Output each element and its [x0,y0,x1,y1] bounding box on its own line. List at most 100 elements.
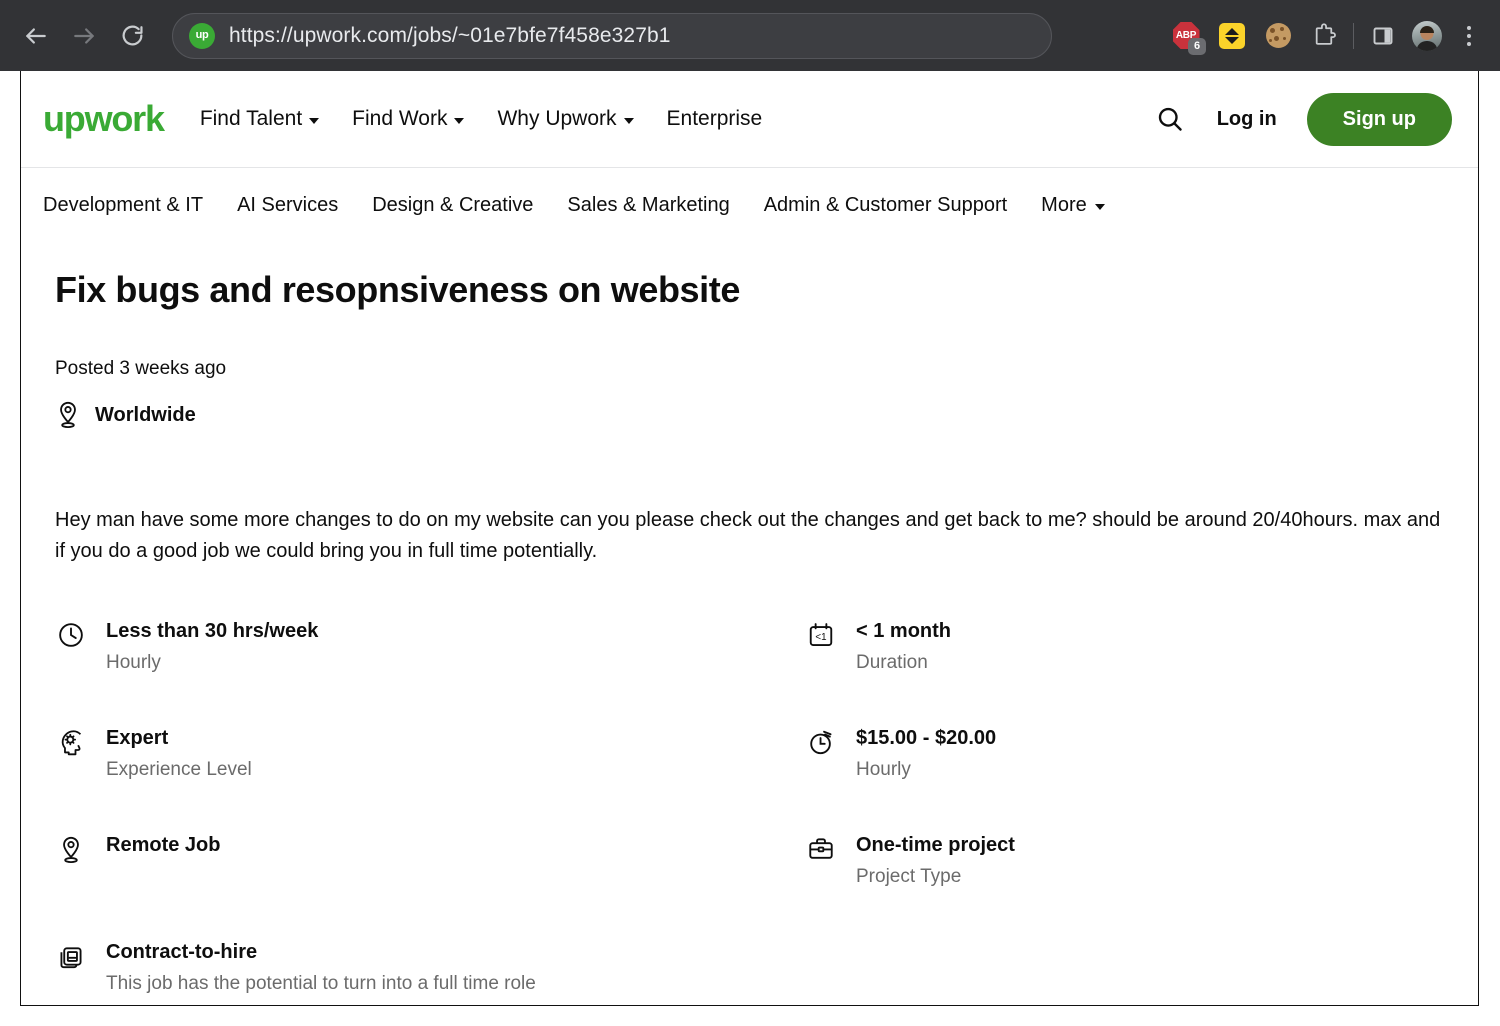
attribute-label: Experience Level [106,758,252,783]
upwork-header: upwork Find Talent Find Work Why Upwork … [21,71,1478,168]
category-sales-marketing[interactable]: Sales & Marketing [567,194,729,217]
attribute-value: Remote Job [106,833,220,858]
attribute-icon-wrap [55,833,87,865]
side-panel-button[interactable] [1366,19,1400,53]
attribute-icon-wrap [55,940,87,970]
login-link[interactable]: Log in [1217,108,1277,131]
nav-item-why-upwork[interactable]: Why Upwork [497,107,633,131]
category-ai-services[interactable]: AI Services [237,194,338,217]
category-more-label: More [1041,194,1087,217]
svg-text:<1: <1 [815,632,826,643]
attribute-value: Less than 30 hrs/week [106,619,318,644]
puzzle-piece-icon [1312,23,1337,48]
head-gear-icon [57,728,86,757]
attribute-icon-wrap [55,726,87,757]
attribute-value: < 1 month [856,619,951,644]
nav-item-label: Enterprise [667,107,763,131]
location-pin-icon [58,835,84,865]
cookie-extension-icon[interactable] [1261,19,1295,53]
chevron-down-icon [624,118,634,124]
attribute-text: Remote Job [106,833,220,865]
nav-item-label: Find Talent [200,107,302,131]
reload-button[interactable] [110,14,154,58]
attribute-icon-wrap [805,833,837,863]
chevron-down-icon [1095,204,1105,210]
attribute-text: Less than 30 hrs/week Hourly [106,619,318,676]
attribute-label: Hourly [856,758,996,783]
nav-item-find-talent[interactable]: Find Talent [200,107,319,131]
job-location-label: Worldwide [95,404,196,427]
upwork-logo[interactable]: upwork [43,101,164,137]
job-attributes-grid: Less than 30 hrs/week Hourly <1 < 1 mont… [55,619,1444,1006]
chrome-menu-button[interactable] [1454,19,1484,53]
search-icon [1155,104,1185,134]
attribute-label: Duration [856,651,951,676]
category-admin-customer-support[interactable]: Admin & Customer Support [764,194,1007,217]
attribute-value: $15.00 - $20.00 [856,726,996,751]
category-nav: Development & IT AI Services Design & Cr… [21,168,1478,242]
forward-button[interactable] [62,14,106,58]
attribute-text: One-time project Project Type [856,833,1015,890]
menu-dot [1467,34,1471,38]
attribute-value: Expert [106,726,252,751]
profile-avatar[interactable] [1412,21,1442,51]
attribute-weekly-hours: Less than 30 hrs/week Hourly [55,619,805,726]
attributes-grid-spacer [805,940,1444,1006]
back-arrow-icon [23,23,49,49]
attribute-label: This job has the potential to turn into … [106,972,536,997]
nav-item-enterprise[interactable]: Enterprise [667,107,763,131]
category-more[interactable]: More [1041,194,1105,217]
nav-item-find-work[interactable]: Find Work [352,107,464,131]
attribute-duration: <1 < 1 month Duration [805,619,1444,726]
adblock-badge-count: 6 [1188,38,1206,55]
adblock-plus-extension-icon[interactable]: ABP 6 [1169,19,1203,53]
browser-toolbar: up https://upwork.com/jobs/~01e7bfe7f458… [0,0,1500,71]
attribute-label: Hourly [106,651,318,676]
attribute-text: Contract-to-hire This job has the potent… [106,940,536,997]
stopwatch-icon [807,728,835,756]
triangle-up-icon [1225,28,1239,35]
job-location: Worldwide [55,400,1444,430]
url-text: https://upwork.com/jobs/~01e7bfe7f458e32… [229,24,671,48]
browser-toolbar-right: ABP 6 [1169,19,1486,53]
attribute-project-type: One-time project Project Type [805,833,1444,940]
attribute-contract-to-hire: Contract-to-hire This job has the potent… [55,940,805,1006]
attribute-value: One-time project [856,833,1015,858]
signup-button[interactable]: Sign up [1307,93,1452,146]
attribute-hourly-rate: $15.00 - $20.00 Hourly [805,726,1444,833]
favicon-label: up [196,30,209,41]
attribute-text: Expert Experience Level [106,726,252,783]
address-bar[interactable]: up https://upwork.com/jobs/~01e7bfe7f458… [172,13,1052,59]
site-favicon: up [189,23,215,49]
attribute-remote-job: Remote Job [55,833,805,940]
clock-icon [57,621,85,649]
extensions-puzzle-button[interactable] [1307,19,1341,53]
menu-dot [1467,42,1471,46]
cookie-icon [1266,23,1291,48]
attribute-text: $15.00 - $20.00 Hourly [856,726,996,783]
avatar-hair [1420,26,1434,33]
attribute-icon-wrap [55,619,87,649]
category-design-creative[interactable]: Design & Creative [372,194,533,217]
chevron-down-icon [454,118,464,124]
avatar-body [1417,41,1438,51]
job-description: Hey man have some more changes to do on … [55,505,1444,567]
header-actions: Log in Sign up [1153,93,1452,146]
triangle-down-icon [1225,37,1239,44]
primary-nav: Find Talent Find Work Why Upwork Enterpr… [200,107,762,131]
forward-arrow-icon [71,23,97,49]
attribute-experience-level: Expert Experience Level [55,726,805,833]
back-button[interactable] [14,14,58,58]
attribute-value: Contract-to-hire [106,940,536,965]
menu-dot [1467,26,1471,30]
job-details-panel: Fix bugs and resopnsiveness on website P… [21,242,1478,1006]
attribute-label: Project Type [856,865,1015,890]
category-development-it[interactable]: Development & IT [43,194,203,217]
search-button[interactable] [1153,102,1187,136]
job-posted-date: Posted 3 weeks ago [55,358,1444,380]
calendar-less-than-one-icon: <1 [807,621,835,649]
up-down-arrows-icon [1219,23,1245,49]
page-viewport: upwork Find Talent Find Work Why Upwork … [20,71,1479,1006]
updown-extension-icon[interactable] [1215,19,1249,53]
attribute-text: < 1 month Duration [856,619,951,676]
